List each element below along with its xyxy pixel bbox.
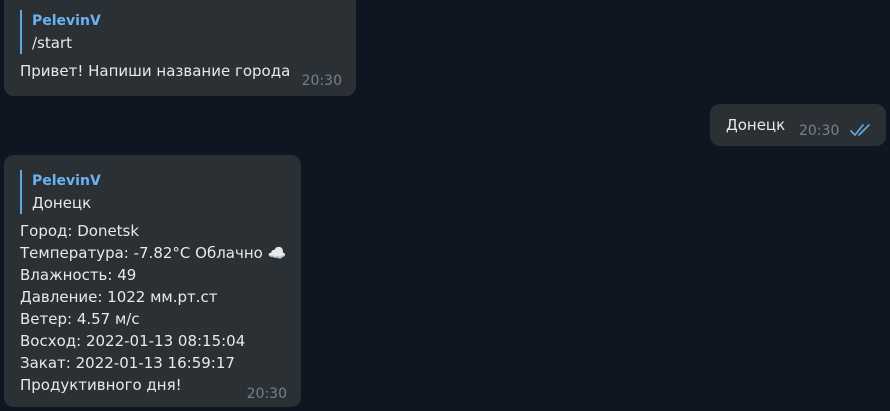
reply-author: PelevinV [32,173,101,189]
incoming-message-bubble[interactable]: PelevinV /start Привет! Напиши название … [4,0,356,96]
message-text: Донецк [726,116,786,134]
reply-author: PelevinV [32,13,101,29]
message-time: 20:30 [246,386,287,402]
message-time: 20:30 [799,123,840,139]
incoming-message-bubble[interactable]: PelevinV Донецк Город: Donetsk Температу… [4,155,301,407]
double-check-icon [850,124,870,136]
message-text: Город: Donetsk Температура: -7.82°C Обла… [20,222,287,394]
reply-text: Донецк [32,194,92,212]
outgoing-message-bubble[interactable]: Донецк 20:30 [710,104,886,146]
reply-text: /start [32,34,72,52]
reply-quote[interactable]: PelevinV /start [20,10,342,54]
message-text: Привет! Напиши название города [20,62,291,80]
message-time: 20:30 [301,73,342,89]
reply-quote[interactable]: PelevinV Донецк [20,170,287,214]
